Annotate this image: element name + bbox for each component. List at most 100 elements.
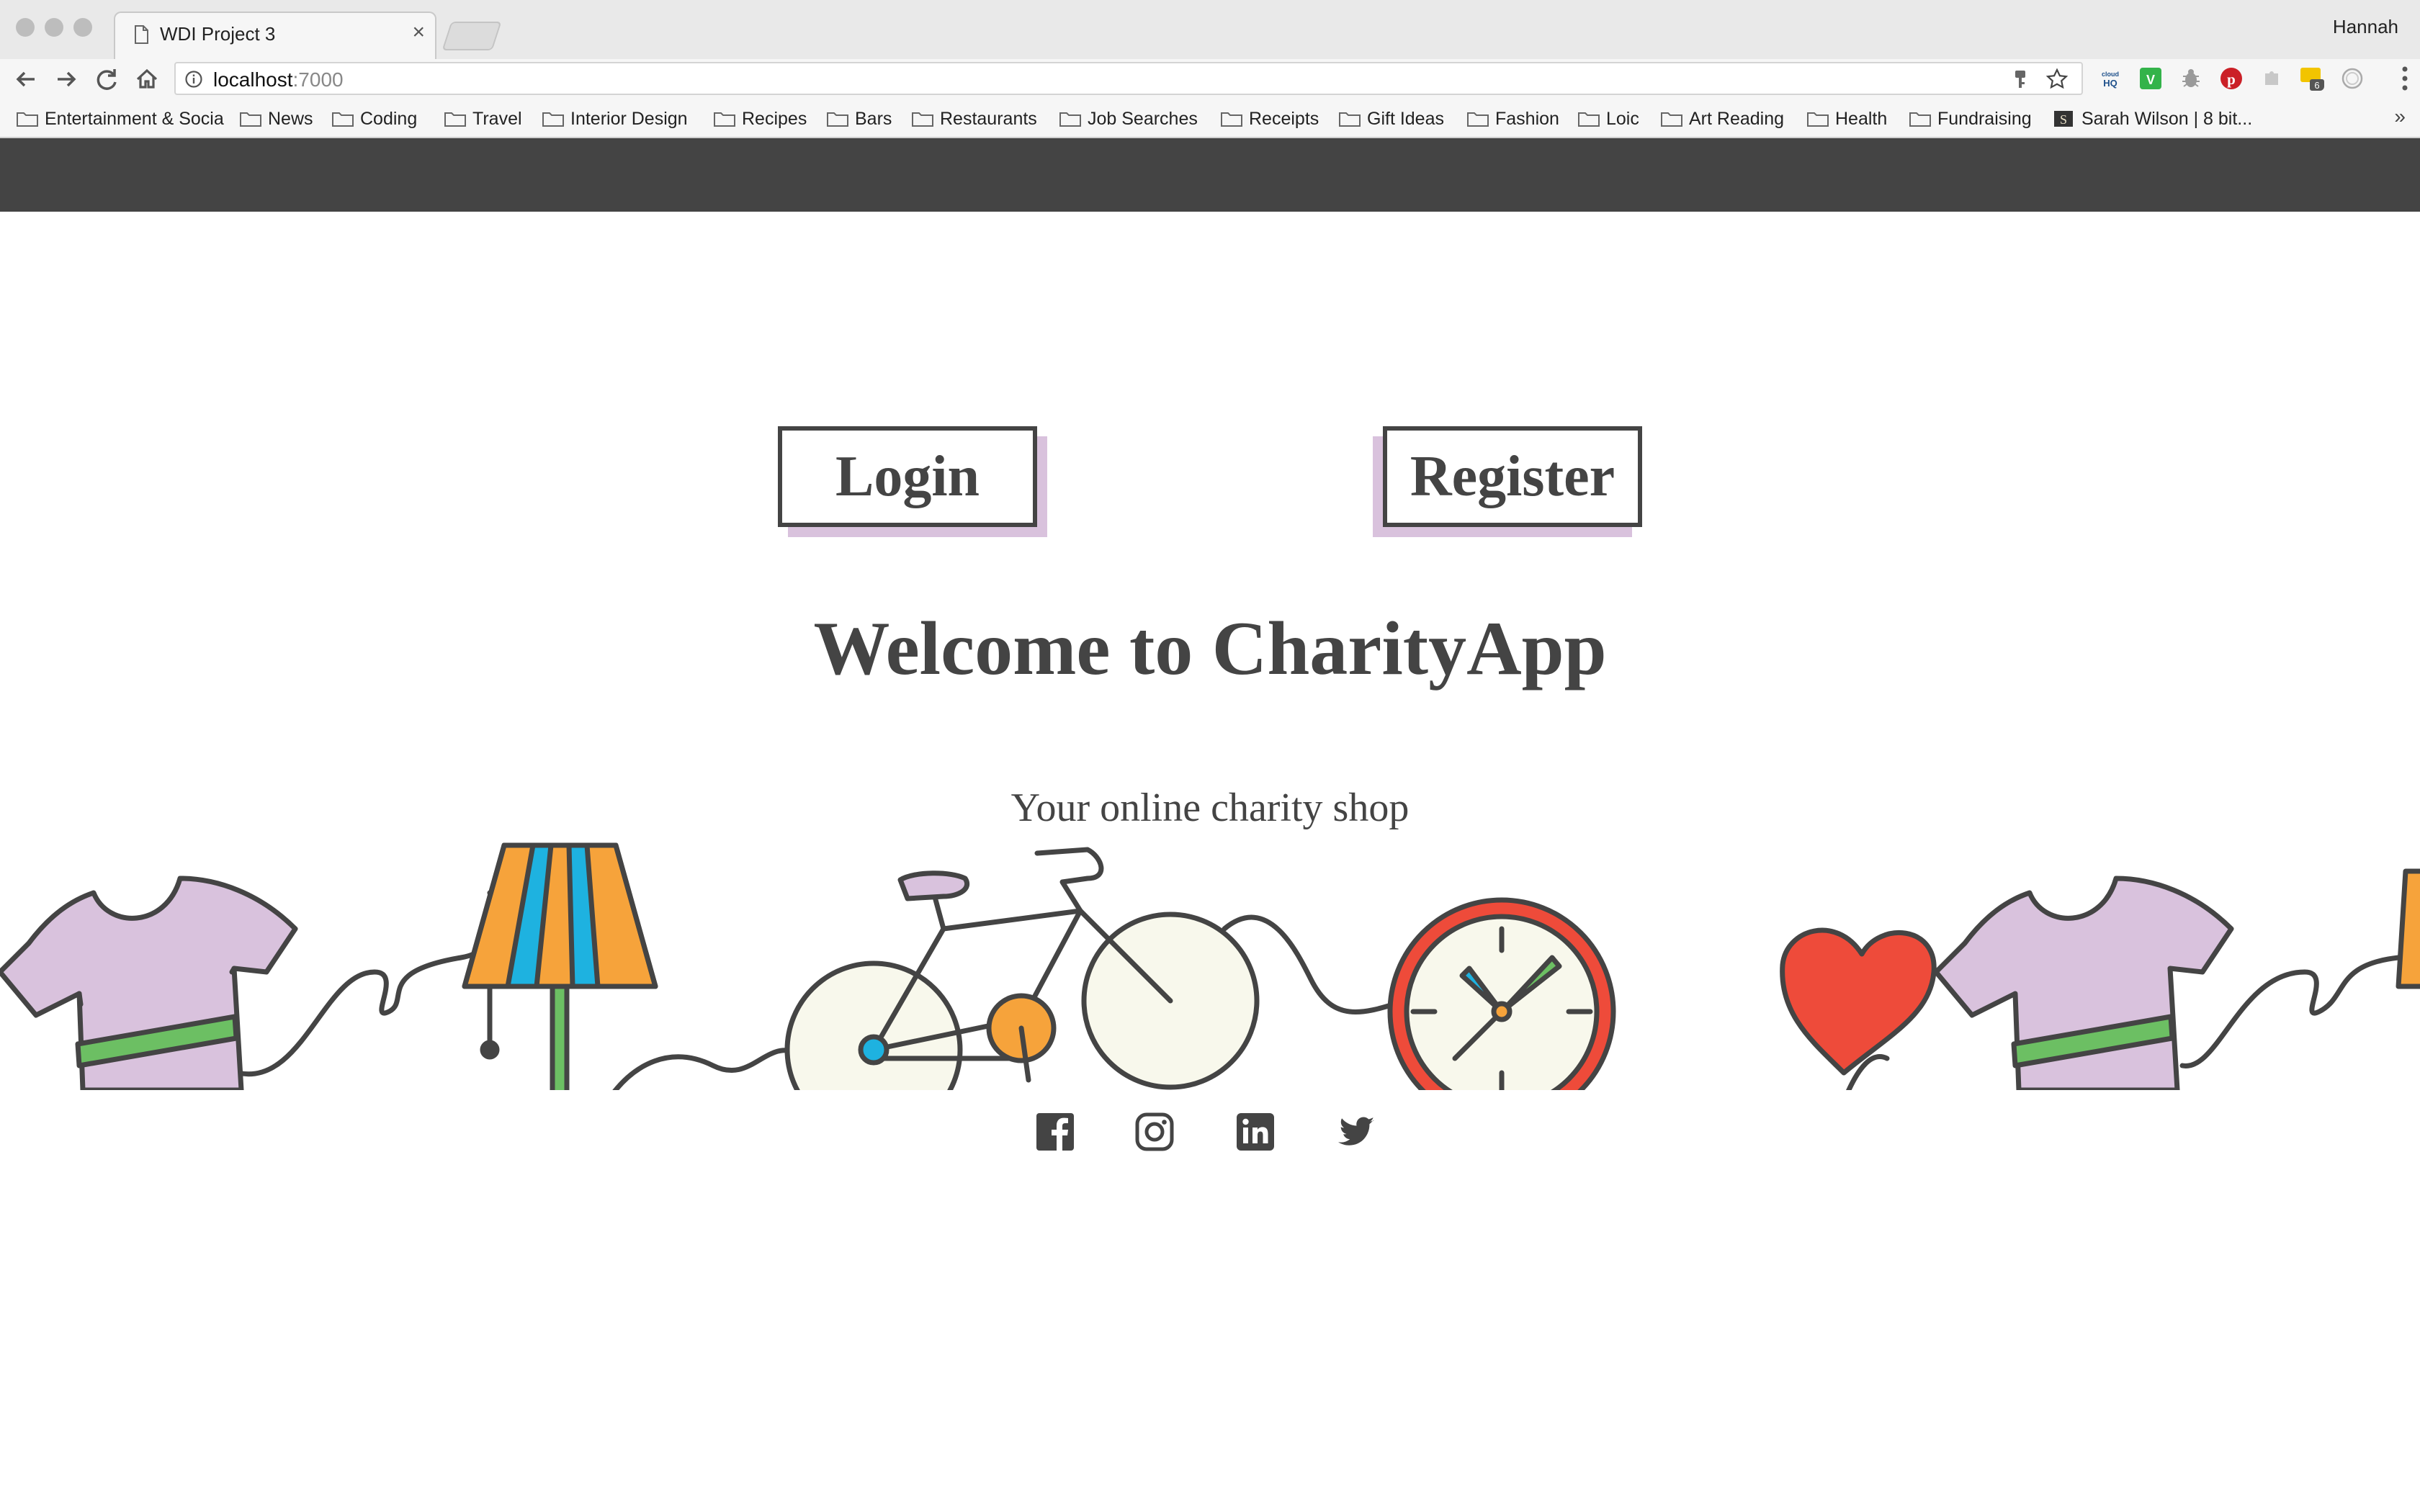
folder-icon <box>1661 112 1682 127</box>
back-arrow-icon[interactable] <box>10 63 42 95</box>
facebook-icon[interactable] <box>1034 1110 1077 1153</box>
bookmark-item[interactable]: Fundraising <box>1909 107 2032 131</box>
bookmark-item[interactable]: S Sarah Wilson | 8 bit... <box>2053 107 2252 131</box>
svg-text:HQ: HQ <box>2103 78 2118 89</box>
bookmark-item[interactable]: Loic <box>1577 107 1639 131</box>
clock-icon <box>1387 897 1616 1090</box>
bookmark-label: Travel <box>472 108 522 129</box>
t-shirt-icon <box>1933 876 2234 1090</box>
page-icon <box>135 25 148 44</box>
lamp-icon <box>2396 868 2420 989</box>
site-favicon-icon: S <box>2054 111 2073 127</box>
bookmark-label: Sarah Wilson | 8 bit... <box>2081 108 2253 129</box>
window-minimize-dot[interactable] <box>45 18 63 37</box>
bookmark-item[interactable]: Art Reading <box>1660 107 1784 131</box>
register-button-label[interactable]: Register <box>1383 426 1642 527</box>
instagram-icon[interactable] <box>1133 1110 1176 1153</box>
forward-arrow-icon[interactable] <box>50 63 82 95</box>
linkedin-icon[interactable] <box>1234 1110 1277 1153</box>
bookmarks-overflow-icon[interactable]: » <box>2394 105 2406 128</box>
new-tab-button[interactable] <box>442 22 502 50</box>
folder-icon <box>1467 112 1489 127</box>
login-button-label[interactable]: Login <box>778 426 1037 527</box>
bookmarks-bar: » Entertainment & Socia News Coding Travel I… <box>0 99 2420 138</box>
folder-icon <box>542 112 564 127</box>
folder-icon <box>912 112 933 127</box>
browser-toolbar: localhost:7000 cloud HQ V p 6 <box>0 59 2420 99</box>
folder-icon <box>240 112 261 127</box>
register-button[interactable]: Register <box>1373 426 1642 537</box>
svg-text:S: S <box>2060 112 2067 127</box>
bookmark-item[interactable]: News <box>239 107 313 131</box>
profile-name[interactable]: Hannah <box>2333 16 2398 38</box>
folder-icon <box>332 112 354 127</box>
folder-icon <box>1807 112 1829 127</box>
window-zoom-dot[interactable] <box>73 18 92 37</box>
heart-icon <box>1780 927 1937 1076</box>
charity-items-illustration <box>0 842 2420 1090</box>
bookmark-item[interactable]: Interior Design <box>542 107 688 131</box>
bug-icon[interactable] <box>2179 66 2203 91</box>
bicycle-icon <box>784 847 1260 1090</box>
bookmark-label: Coding <box>360 108 418 129</box>
browser-tab[interactable]: WDI Project 3 × <box>114 12 436 59</box>
v-extension-icon[interactable]: V <box>2138 66 2163 91</box>
svg-text:cloud: cloud <box>2102 71 2119 78</box>
bookmark-label: Health <box>1835 108 1888 129</box>
key-icon[interactable] <box>2011 69 2030 89</box>
bookmark-label: Receipts <box>1249 108 1319 129</box>
bookmark-label: Bars <box>855 108 892 129</box>
bookmark-item[interactable]: Entertainment & Socia <box>16 107 224 131</box>
bookmark-item[interactable]: Job Searches <box>1059 107 1198 131</box>
bookmark-label: Loic <box>1606 108 1639 129</box>
bookmark-item[interactable]: Recipes <box>713 107 807 131</box>
login-button[interactable]: Login <box>778 426 1047 537</box>
reload-icon[interactable] <box>91 63 122 95</box>
t-shirt-icon <box>0 876 298 1090</box>
svg-text:V: V <box>2146 73 2155 87</box>
browser-menu-icon[interactable] <box>2401 65 2408 92</box>
folder-icon <box>1578 112 1600 127</box>
folder-icon <box>1059 112 1081 127</box>
bookmark-label: Job Searches <box>1088 108 1198 129</box>
twitter-icon[interactable] <box>1335 1110 1378 1153</box>
folder-icon <box>714 112 735 127</box>
info-icon[interactable] <box>184 70 203 89</box>
bookmark-label: News <box>268 108 313 129</box>
bookmark-label: Fashion <box>1495 108 1559 129</box>
folder-icon <box>1221 112 1242 127</box>
browser-titlebar: WDI Project 3 × Hannah <box>0 0 2420 59</box>
bookmark-label: Fundraising <box>1937 108 2032 129</box>
folder-icon <box>827 112 848 127</box>
bookmark-label: Interior Design <box>570 108 688 129</box>
bookmark-item[interactable]: Fashion <box>1466 107 1559 131</box>
bookmark-item[interactable]: Travel <box>444 107 522 131</box>
folder-icon <box>1339 112 1361 127</box>
bookmark-item[interactable]: Coding <box>331 107 417 131</box>
address-bar[interactable]: localhost:7000 <box>174 62 2083 95</box>
window-close-dot[interactable] <box>16 18 35 37</box>
cloudhq-icon[interactable]: cloud HQ <box>2098 66 2123 91</box>
bookmark-item[interactable]: Bars <box>826 107 892 131</box>
lamp-icon <box>462 842 658 1090</box>
url-text: localhost:7000 <box>213 68 344 91</box>
bookmark-item[interactable]: Health <box>1806 107 1887 131</box>
bookmark-item[interactable]: Gift Ideas <box>1338 107 1444 131</box>
badge-extension-icon[interactable]: 6 <box>2300 66 2324 91</box>
page-title: Welcome to CharityApp <box>813 606 1607 690</box>
bookmark-label: Entertainment & Socia <box>45 108 224 129</box>
home-icon[interactable] <box>131 63 163 95</box>
bookmark-item[interactable]: Restaurants <box>911 107 1037 131</box>
bookmark-star-icon[interactable] <box>2045 68 2069 91</box>
bookmark-label: Gift Ideas <box>1367 108 1444 129</box>
tab-close-icon[interactable]: × <box>412 20 425 45</box>
svg-text:p: p <box>2227 71 2236 88</box>
svg-text:6: 6 <box>2314 80 2319 91</box>
puzzle-icon[interactable] <box>2259 66 2284 91</box>
pinterest-icon[interactable]: p <box>2219 66 2244 91</box>
bookmark-label: Restaurants <box>940 108 1037 129</box>
circle-extension-icon[interactable] <box>2340 66 2365 91</box>
page-tagline: Your online charity shop <box>1010 786 1410 830</box>
folder-icon <box>444 112 466 127</box>
bookmark-item[interactable]: Receipts <box>1220 107 1319 131</box>
